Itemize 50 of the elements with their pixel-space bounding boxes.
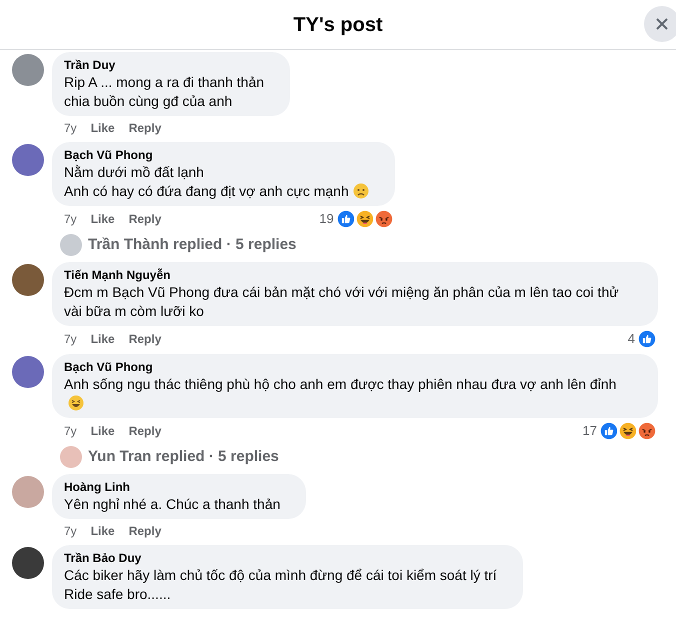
like-button[interactable]: Like (90, 422, 115, 440)
reply-button[interactable]: Reply (128, 330, 162, 348)
author-name[interactable]: Hoàng Linh (64, 479, 294, 495)
reaction-count[interactable]: 4 (628, 329, 635, 349)
reply-button[interactable]: Reply (128, 422, 162, 440)
worried-face-icon (352, 183, 369, 199)
thumbs-up-icon (598, 420, 620, 442)
thumbs-up-icon (636, 328, 658, 350)
reaction-count[interactable]: 19 (319, 209, 334, 229)
author-name[interactable]: Bạch Vũ Phong (64, 147, 383, 163)
reply-button[interactable]: Reply (128, 119, 162, 137)
comment-text: Các biker hãy làm chủ tốc độ của mình đừng để cái toi kiểm soát lý trí Ride safe bro...... (64, 566, 498, 604)
comment-time[interactable]: 7y (64, 119, 77, 137)
reply-button[interactable]: Reply (128, 522, 162, 540)
laughing-face-icon (354, 208, 376, 230)
comment-text: Đcm m Bạch Vũ Phong đưa cái bản mặt chó với với miệng ăn phân của m lên tao coi thử vài bữa m còm lưỡi ko (64, 283, 620, 321)
comment-time[interactable]: 7y (64, 422, 77, 440)
author-name[interactable]: Bạch Vũ Phong (64, 359, 646, 375)
close-button[interactable] (644, 6, 676, 42)
view-replies-link[interactable]: Trần Thành replied · 5 replies (88, 234, 296, 256)
comment-time[interactable]: 7y (64, 210, 77, 228)
laughing-face-icon (617, 420, 639, 442)
author-name[interactable]: Trần Bảo Duy (64, 550, 511, 566)
comment-text: Rip A ... mong a ra đi thanh thản chia buồn cùng gđ của anh (64, 73, 266, 111)
thumbs-up-icon (334, 208, 357, 230)
comment-time[interactable]: 7y (64, 522, 77, 540)
like-button[interactable]: Like (90, 210, 115, 228)
angry-face-icon (636, 420, 658, 442)
comment-text: Nằm dưới mồ đất lạnh Anh có hay có đứa đang địt vợ anh cực mạnh (64, 163, 383, 201)
comment-text: Yên nghỉ nhé a. Chúc a thanh thản (64, 495, 282, 514)
angry-face-icon (372, 208, 395, 230)
comment-time[interactable]: 7y (64, 330, 77, 348)
user-avatar[interactable] (12, 144, 44, 176)
author-name[interactable]: Trần Duy (64, 57, 278, 73)
user-avatar (60, 446, 82, 468)
reaction-count[interactable]: 17 (582, 421, 597, 441)
user-avatar (60, 234, 82, 256)
like-button[interactable]: Like (90, 330, 115, 348)
comment-text: Anh sống ngu thác thiêng phù hộ cho anh em được thay phiên nhau đưa vợ anh lên đỉnh (64, 375, 646, 413)
view-replies-link[interactable]: Yun Tran replied · 5 replies (88, 446, 279, 468)
reply-button[interactable]: Reply (128, 210, 162, 228)
laughing-face-icon (68, 395, 84, 411)
post-title: TY's post (293, 12, 383, 38)
user-avatar[interactable] (12, 356, 44, 388)
author-name[interactable]: Tiến Mạnh Nguyễn (64, 267, 646, 283)
user-avatar[interactable] (12, 264, 44, 296)
user-avatar[interactable] (12, 547, 44, 579)
like-button[interactable]: Like (90, 522, 115, 540)
like-button[interactable]: Like (90, 119, 115, 137)
close-icon (655, 17, 669, 31)
